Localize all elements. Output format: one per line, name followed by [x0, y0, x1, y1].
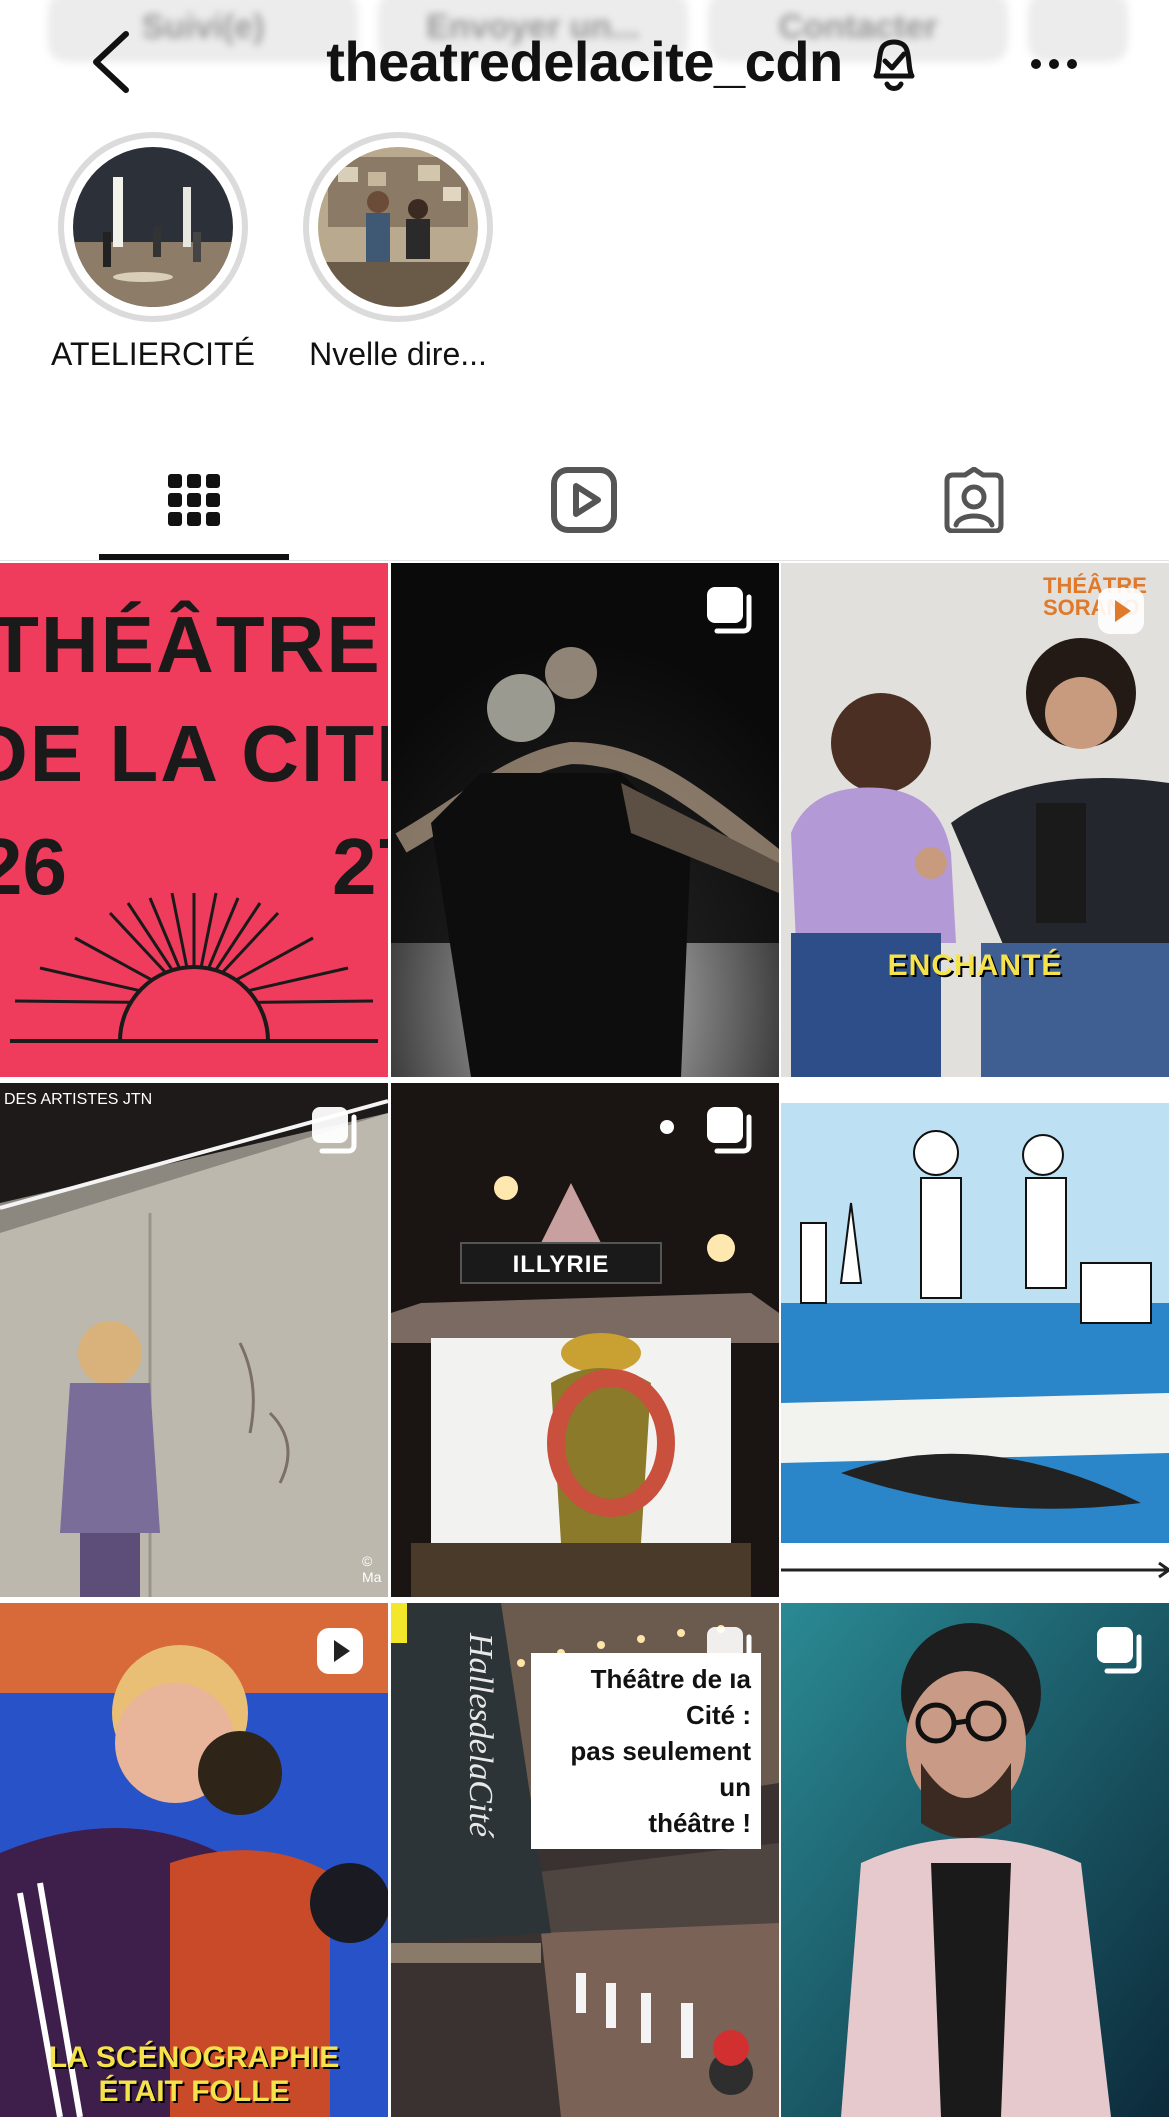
tab-posts[interactable]: [99, 440, 289, 560]
post-tile[interactable]: ENCHANTÉ THÉÂTRE SORANO: [781, 563, 1169, 1077]
carousel-icon: [1097, 1627, 1142, 1674]
post-tile[interactable]: ILLYRIE: [391, 1083, 779, 1597]
post-image: [391, 563, 779, 1077]
post-tile[interactable]: DES ARTISTES JTN © Ma: [0, 1083, 388, 1597]
profile-tabs: [0, 440, 1169, 561]
notifications-bell-icon[interactable]: [858, 26, 930, 98]
post-banner: HallesdelaCité: [449, 1633, 509, 1913]
overlay-line: ÉTAIT FOLLE: [98, 2075, 290, 2108]
highlight-cover-image: [318, 147, 478, 307]
highlight-label: ATELIERCITÉ: [51, 336, 255, 372]
post-sign-text: ILLYRIE: [512, 1251, 610, 1278]
carousel-icon: [707, 587, 752, 634]
post-tile[interactable]: LA SCÉNOGRAPHIE ÉTAIT FOLLE: [0, 1603, 388, 2117]
post-tile[interactable]: [781, 1603, 1169, 2117]
post-image: [0, 1083, 388, 1597]
carousel-icon: [707, 1627, 752, 1674]
post-headline: THÉÂTRE: [0, 600, 382, 689]
highlight-ring: [303, 132, 493, 322]
post-tile[interactable]: [391, 563, 779, 1077]
post-image: [0, 1603, 388, 2117]
profile-username: theatredelacite_cdn: [326, 30, 843, 93]
post-season-start: 26: [0, 822, 67, 911]
caption-line: pas seulement un: [570, 1736, 751, 1802]
reel-icon: [1098, 588, 1144, 634]
tagged-icon: [944, 467, 1004, 533]
post-image: [391, 1083, 779, 1597]
more-options-icon[interactable]: [1030, 58, 1078, 70]
post-image: [781, 563, 1169, 1077]
post-season-end: 27: [332, 822, 388, 911]
post-tile[interactable]: HallesdelaCité Théâtre de la Cité : pas …: [391, 1603, 779, 2117]
carousel-icon: [707, 1107, 752, 1154]
highlight-nouvelle-direction[interactable]: Nvelle dire...: [278, 132, 518, 373]
highlight-ateliercite[interactable]: ATELIERCITÉ: [33, 132, 273, 373]
story-highlights: ATELIERCITÉ Nvelle dire...: [0, 132, 1169, 392]
carousel-dot-icon: [660, 1120, 674, 1134]
highlight-cover-image: [73, 147, 233, 307]
post-image: [781, 1083, 1169, 1597]
post-corner-text: DES ARTISTES JTN: [4, 1091, 153, 1108]
overlay-line: LA SCÉNOGRAPHIE: [48, 2041, 340, 2074]
grid-icon: [168, 474, 220, 526]
tab-reels[interactable]: [489, 440, 679, 560]
post-credit: © Ma: [362, 1553, 382, 1585]
caption-line: théâtre !: [648, 1808, 751, 1838]
post-headline: DE LA CITÉ: [0, 709, 388, 798]
highlight-ring: [58, 132, 248, 322]
post-tile[interactable]: THÉÂTRE DE LA CITÉ 26 27: [0, 563, 388, 1077]
post-tile[interactable]: [781, 1083, 1169, 1597]
tab-tagged[interactable]: [879, 440, 1069, 560]
reel-icon: [317, 1628, 363, 1674]
reel-overlay-text: LA SCÉNOGRAPHIE ÉTAIT FOLLE: [0, 2041, 388, 2109]
profile-header: theatredelacite_cdn: [0, 0, 1169, 125]
highlight-label: Nvelle dire...: [309, 336, 487, 372]
reels-icon: [551, 467, 617, 533]
post-image: [781, 1603, 1169, 2117]
post-caption: Théâtre de la Cité : pas seulement un th…: [531, 1653, 761, 1849]
carousel-icon: [312, 1107, 357, 1154]
banner-text: HallesdelaCité: [462, 1633, 499, 1837]
reel-overlay-text: ENCHANTÉ: [887, 949, 1063, 982]
